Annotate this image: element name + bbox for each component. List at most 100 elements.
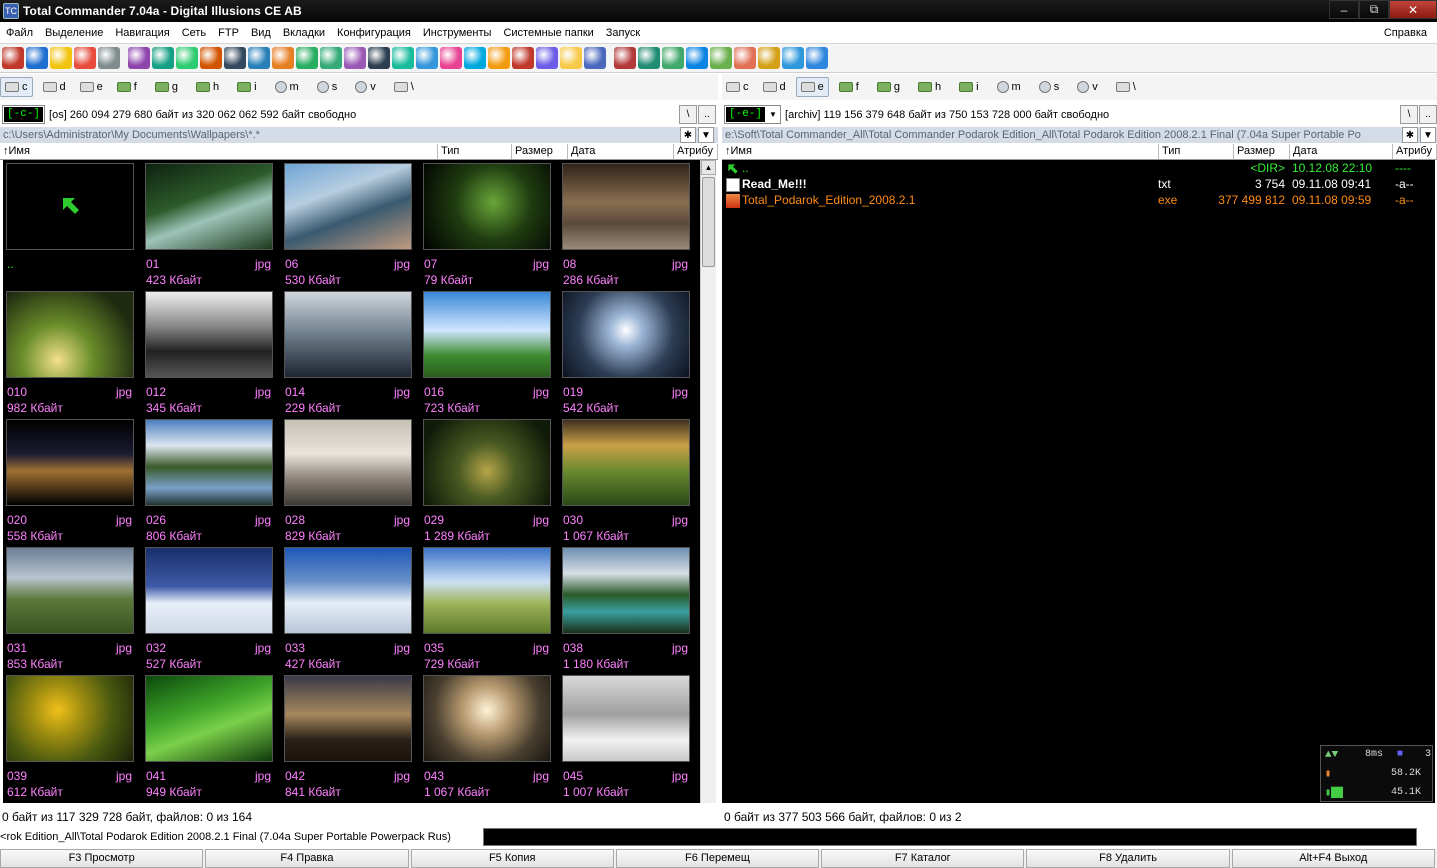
sync-icon[interactable] [638, 47, 660, 69]
image-thumbnail[interactable]: 042 jpg 841 Кбайт [281, 672, 412, 799]
tools-icon[interactable] [98, 47, 120, 69]
drive-button-h[interactable]: h [192, 77, 223, 97]
right-current-path[interactable]: e:\Soft\Total Commander_All\Total Comman… [722, 127, 1437, 143]
earth-icon[interactable] [806, 47, 828, 69]
menu-item-9[interactable]: Системные папки [497, 27, 599, 39]
left-scrollbar[interactable]: ▲ [700, 160, 716, 803]
menu-item-0[interactable]: Файл [0, 27, 39, 39]
drive-button-s[interactable]: s [313, 77, 342, 97]
image-thumbnail[interactable]: 06 jpg 530 Кбайт [281, 160, 412, 287]
drive-button-i[interactable]: i [233, 77, 260, 97]
users-icon[interactable] [536, 47, 558, 69]
image-thumbnail[interactable]: 020 jpg 558 Кбайт [3, 416, 134, 543]
image-thumbnail[interactable]: 08 jpg 286 Кбайт [559, 160, 690, 287]
drive-button-v[interactable]: v [351, 77, 380, 97]
menu-item-4[interactable]: FTP [212, 27, 245, 39]
network-icon[interactable] [416, 47, 438, 69]
panel-icon[interactable] [584, 47, 606, 69]
split-icon[interactable] [614, 47, 636, 69]
menu-item-5[interactable]: Вид [245, 27, 277, 39]
drive-button-c[interactable]: c [722, 77, 753, 97]
puzzle-icon[interactable] [152, 47, 174, 69]
image-thumbnail[interactable]: 07 jpg 79 Кбайт [420, 160, 551, 287]
left-root-button[interactable]: \ [679, 105, 697, 124]
right-hotlist-button[interactable]: ▼ [1420, 127, 1436, 143]
chevron-down-icon[interactable]: ▼ [766, 110, 780, 119]
cross-tool-icon[interactable] [200, 47, 222, 69]
col-size[interactable]: Размер [1234, 144, 1290, 159]
colors-icon[interactable] [734, 47, 756, 69]
image-thumbnail[interactable]: 035 jpg 729 Кбайт [420, 544, 551, 671]
drive-button-v[interactable]: v [1073, 77, 1102, 97]
drive-button-m[interactable]: m [271, 77, 303, 97]
monitor-icon[interactable] [368, 47, 390, 69]
tool-icon[interactable] [758, 47, 780, 69]
drive-button-s[interactable]: s [1035, 77, 1064, 97]
folder-icon[interactable] [560, 47, 582, 69]
file-row[interactable]: Read_Me!!! txt 3 754 09.11.08 09:41 -a-- [722, 177, 1435, 193]
fkey-button-3[interactable]: F6 Перемещ [615, 849, 820, 868]
col-name[interactable]: ↑Имя [722, 144, 1159, 159]
right-history-button[interactable]: ✱ [1402, 127, 1418, 143]
col-attr[interactable]: Атрибу [1393, 144, 1437, 159]
right-root-button[interactable]: \ [1400, 105, 1418, 124]
right-drive-combo[interactable]: [-e-] ▼ [724, 105, 782, 124]
drive-button-d[interactable]: d [39, 77, 70, 97]
parent-dir-row[interactable]: .. <DIR> 10.12.08 22:10 ---- [722, 161, 1435, 177]
right-parent-button[interactable]: .. [1419, 105, 1437, 124]
menu-item-1[interactable]: Выделение [39, 27, 109, 39]
drive-button-m[interactable]: m [993, 77, 1025, 97]
image-thumbnail[interactable]: 019 jpg 542 Кбайт [559, 288, 690, 415]
drive-button-h[interactable]: h [914, 77, 945, 97]
globe-icon[interactable] [464, 47, 486, 69]
image-thumbnail[interactable]: 043 jpg 1 067 Кбайт [420, 672, 551, 799]
lifebuoy-icon[interactable] [74, 47, 96, 69]
chart-icon[interactable] [296, 47, 318, 69]
ie-icon[interactable] [26, 47, 48, 69]
drive-button-i[interactable]: i [955, 77, 982, 97]
image-thumbnail[interactable]: 012 jpg 345 Кбайт [142, 288, 273, 415]
fkey-button-6[interactable]: Alt+F4 Выход [1231, 849, 1435, 868]
layers-icon[interactable] [224, 47, 246, 69]
drive-button-e[interactable]: e [76, 77, 107, 97]
image-thumbnail[interactable]: 016 jpg 723 Кбайт [420, 288, 551, 415]
close-button[interactable]: ✕ [1389, 0, 1437, 19]
info-icon[interactable] [782, 47, 804, 69]
image-thumbnail[interactable]: 045 jpg 1 007 Кбайт [559, 672, 690, 799]
col-size[interactable]: Размер [512, 144, 568, 159]
menu-item-3[interactable]: Сеть [176, 27, 212, 39]
app-icon[interactable]: TC [3, 3, 19, 19]
image-thumbnail[interactable]: 038 jpg 1 180 Кбайт [559, 544, 690, 671]
image-thumbnail[interactable]: 031 jpg 853 Кбайт [3, 544, 134, 671]
fkey-button-2[interactable]: F5 Копия [410, 849, 614, 868]
hand-icon[interactable] [272, 47, 294, 69]
drive-button-network[interactable]: \ [390, 77, 418, 97]
col-date[interactable]: Дата [568, 144, 674, 159]
image-thumbnail[interactable]: 026 jpg 806 Кбайт [142, 416, 273, 543]
menu-item-help[interactable]: Справка [1378, 27, 1433, 39]
col-attr[interactable]: Атрибу [674, 144, 718, 159]
drive-button-g[interactable]: g [873, 77, 904, 97]
menu-item-2[interactable]: Навигация [109, 27, 175, 39]
col-type[interactable]: Тип [1159, 144, 1234, 159]
image-thumbnail[interactable]: 010 jpg 982 Кбайт [3, 288, 134, 415]
fkey-button-5[interactable]: F8 Удалить [1026, 849, 1230, 868]
swirl-icon[interactable] [440, 47, 462, 69]
right-file-panel[interactable]: .. <DIR> 10.12.08 22:10 ---- Read_Me!!! txt 3 … [722, 160, 1435, 803]
mail-icon[interactable] [176, 47, 198, 69]
image-thumbnail[interactable]: 039 jpg 612 Кбайт [3, 672, 134, 799]
left-history-button[interactable]: ✱ [680, 127, 696, 143]
menu-item-8[interactable]: Инструменты [417, 27, 498, 39]
menu-item-6[interactable]: Вкладки [277, 27, 331, 39]
minimize-button[interactable]: – [1329, 0, 1359, 19]
gear-icon[interactable] [248, 47, 270, 69]
image-thumbnail[interactable]: 041 jpg 949 Кбайт [142, 672, 273, 799]
compare-icon[interactable] [128, 47, 150, 69]
image-thumbnail[interactable]: 01 jpg 423 Кбайт [142, 160, 273, 287]
col-name[interactable]: ↑Имя [0, 144, 438, 159]
drive-button-g[interactable]: g [151, 77, 182, 97]
col-date[interactable]: Дата [1290, 144, 1393, 159]
drive-button-c[interactable]: c [0, 77, 33, 97]
image-thumbnail[interactable]: 029 jpg 1 289 Кбайт [420, 416, 551, 543]
left-parent-button[interactable]: .. [698, 105, 716, 124]
